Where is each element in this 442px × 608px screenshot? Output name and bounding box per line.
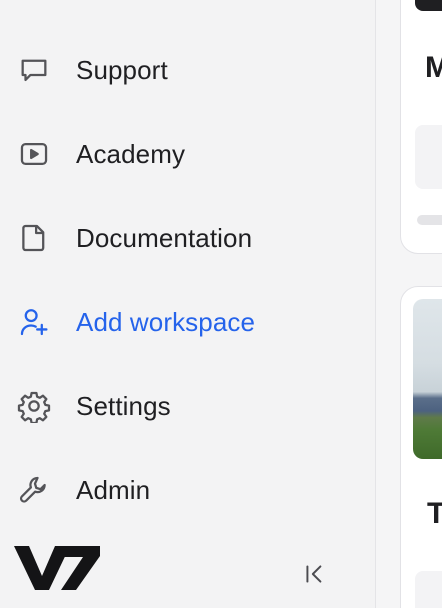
sidebar-item-label: Support	[76, 54, 168, 85]
sidebar-item-support[interactable]: Support	[16, 48, 356, 92]
sidebar-item-label: Academy	[76, 138, 186, 169]
gear-icon	[16, 388, 52, 424]
sidebar-item-documentation[interactable]: Documentation	[16, 216, 356, 260]
card-thumbnail	[413, 299, 442, 459]
sidebar-item-label: Add workspace	[76, 306, 256, 337]
main-content: M T	[376, 0, 442, 608]
v7-logo[interactable]	[14, 546, 100, 590]
chat-bubble-icon	[16, 52, 52, 88]
card-placeholder	[415, 571, 442, 608]
collapse-sidebar-icon	[302, 561, 328, 592]
sidebar: Support Academy Documentation Add worksp…	[0, 0, 376, 608]
card-placeholder	[415, 125, 442, 189]
sidebar-item-settings[interactable]: Settings	[16, 384, 356, 428]
card-progress-bar	[417, 215, 442, 225]
card-title: T	[427, 497, 442, 531]
workspace-card[interactable]: M	[400, 0, 442, 254]
sidebar-item-label: Admin	[76, 474, 151, 505]
sidebar-item-add-workspace[interactable]: Add workspace	[16, 300, 356, 344]
sidebar-item-academy[interactable]: Academy	[16, 132, 356, 176]
wrench-icon	[16, 472, 52, 508]
workspace-card[interactable]: T	[400, 286, 442, 608]
play-icon	[16, 136, 52, 172]
card-title: M	[425, 51, 442, 85]
card-top-image	[415, 0, 442, 11]
document-icon	[16, 220, 52, 256]
sidebar-item-admin[interactable]: Admin	[16, 468, 356, 512]
collapse-sidebar-button[interactable]	[298, 560, 332, 592]
sidebar-item-label: Settings	[76, 390, 171, 421]
add-user-icon	[16, 304, 52, 340]
sidebar-item-label: Documentation	[76, 222, 253, 253]
